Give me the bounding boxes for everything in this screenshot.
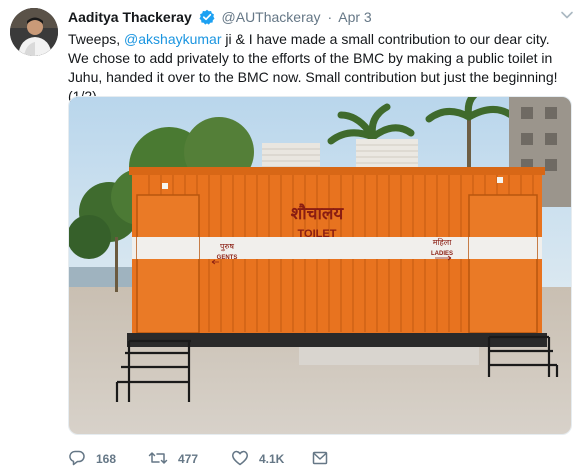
tweet-date[interactable]: Apr 3 (338, 9, 371, 25)
right-door-english-text: LADIES (431, 251, 453, 257)
tweet-photo[interactable]: शौचालय TOILET पुरुष GENTS महिला LADIES (68, 96, 572, 435)
author-name[interactable]: Aaditya Thackeray (68, 9, 192, 25)
reply-icon[interactable] (68, 449, 96, 470)
reply-count: 168 (96, 452, 117, 466)
mention-link[interactable]: @akshaykumar (124, 31, 221, 47)
direct-message-action[interactable] (311, 448, 339, 470)
avatar[interactable] (10, 8, 58, 56)
sign-english-text: TOILET (298, 228, 337, 240)
separator-dot: · (327, 9, 333, 25)
caret-down-icon[interactable] (560, 8, 574, 22)
like-count: 4.1K (259, 452, 285, 466)
left-door-english-text: GENTS (217, 255, 238, 261)
like-icon[interactable] (231, 449, 259, 470)
retweet-count: 477 (178, 452, 199, 466)
left-door-marathi-text: पुरुष (220, 242, 234, 252)
tweet-actions: 168 477 4.1K (68, 448, 578, 470)
author-handle[interactable]: @AUThackeray (222, 9, 321, 25)
direct-message-icon[interactable] (311, 449, 339, 470)
tweet-text: Tweeps, @akshaykumar ji & I have made a … (68, 30, 573, 106)
tweet-text-intro: Tweeps, (68, 31, 125, 47)
sign-marathi-text: शौचालय (291, 203, 345, 224)
retweet-icon[interactable] (148, 449, 178, 470)
right-door-marathi-text: महिला (433, 237, 453, 247)
verified-badge-icon (199, 9, 215, 28)
tweet-header: Aaditya Thackeray @AUThackeray · Apr 3 (68, 9, 372, 28)
like-action[interactable]: 4.1K (231, 448, 284, 470)
retweet-action[interactable]: 477 (148, 448, 198, 470)
reply-action[interactable]: 168 (68, 448, 116, 470)
tweet[interactable]: Aaditya Thackeray @AUThackeray · Apr 3 T… (0, 0, 582, 476)
